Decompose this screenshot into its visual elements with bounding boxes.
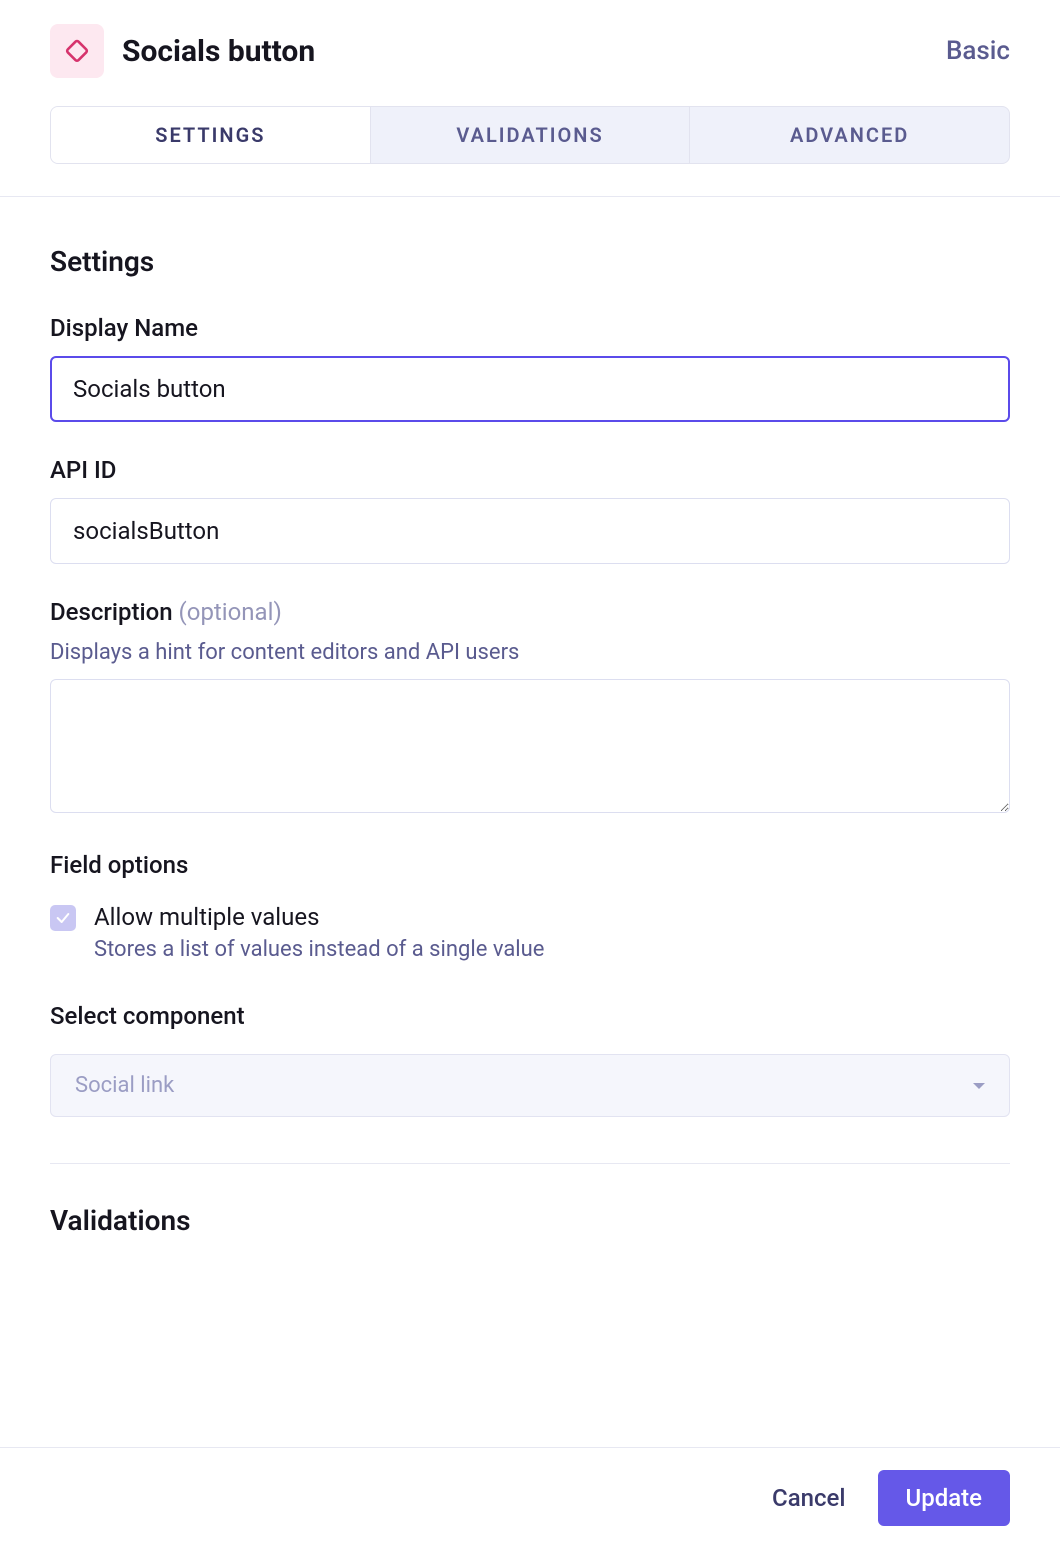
cancel-button[interactable]: Cancel: [772, 1484, 845, 1512]
header-row: Socials button Basic: [50, 24, 1010, 78]
allow-multiple-label: Allow multiple values: [94, 903, 544, 931]
page-title: Socials button: [122, 34, 315, 69]
validations-heading: Validations: [50, 1204, 1010, 1237]
allow-multiple-row[interactable]: Allow multiple values Stores a list of v…: [50, 903, 1010, 962]
description-label: Description (optional): [50, 598, 1010, 626]
select-component-heading: Select component: [50, 1002, 1010, 1030]
form-scroll-region[interactable]: Settings Display Name API ID Description…: [0, 197, 1060, 1447]
footer: Cancel Update: [0, 1447, 1060, 1548]
allow-multiple-checkbox[interactable]: [50, 905, 76, 931]
field-options-heading: Field options: [50, 851, 1010, 879]
description-label-text: Description: [50, 598, 173, 626]
display-name-label: Display Name: [50, 314, 1010, 342]
tab-bar: Settings Validations Advanced: [50, 106, 1010, 164]
api-id-input[interactable]: [50, 498, 1010, 564]
tab-settings[interactable]: Settings: [51, 107, 371, 163]
chevron-down-icon: [973, 1083, 985, 1089]
header-left: Socials button: [50, 24, 315, 78]
header: Socials button Basic Settings Validation…: [0, 0, 1060, 164]
display-name-field: Display Name: [50, 314, 1010, 422]
description-textarea[interactable]: [50, 679, 1010, 813]
field-type-label: Basic: [946, 36, 1010, 66]
allow-multiple-text: Allow multiple values Stores a list of v…: [94, 903, 544, 962]
api-id-field: API ID: [50, 456, 1010, 564]
description-field: Description (optional) Displays a hint f…: [50, 598, 1010, 817]
display-name-input[interactable]: [50, 356, 1010, 422]
settings-heading: Settings: [50, 245, 1010, 278]
description-optional: (optional): [179, 598, 282, 626]
allow-multiple-desc: Stores a list of values instead of a sin…: [94, 937, 544, 962]
tab-validations[interactable]: Validations: [371, 107, 690, 163]
component-icon: [50, 24, 104, 78]
tab-advanced[interactable]: Advanced: [689, 107, 1009, 163]
api-id-label: API ID: [50, 456, 1010, 484]
section-separator: [50, 1163, 1010, 1164]
select-component-dropdown[interactable]: Social link: [50, 1054, 1010, 1117]
update-button[interactable]: Update: [878, 1470, 1011, 1526]
select-component-value: Social link: [75, 1073, 174, 1098]
description-hint: Displays a hint for content editors and …: [50, 640, 1010, 665]
